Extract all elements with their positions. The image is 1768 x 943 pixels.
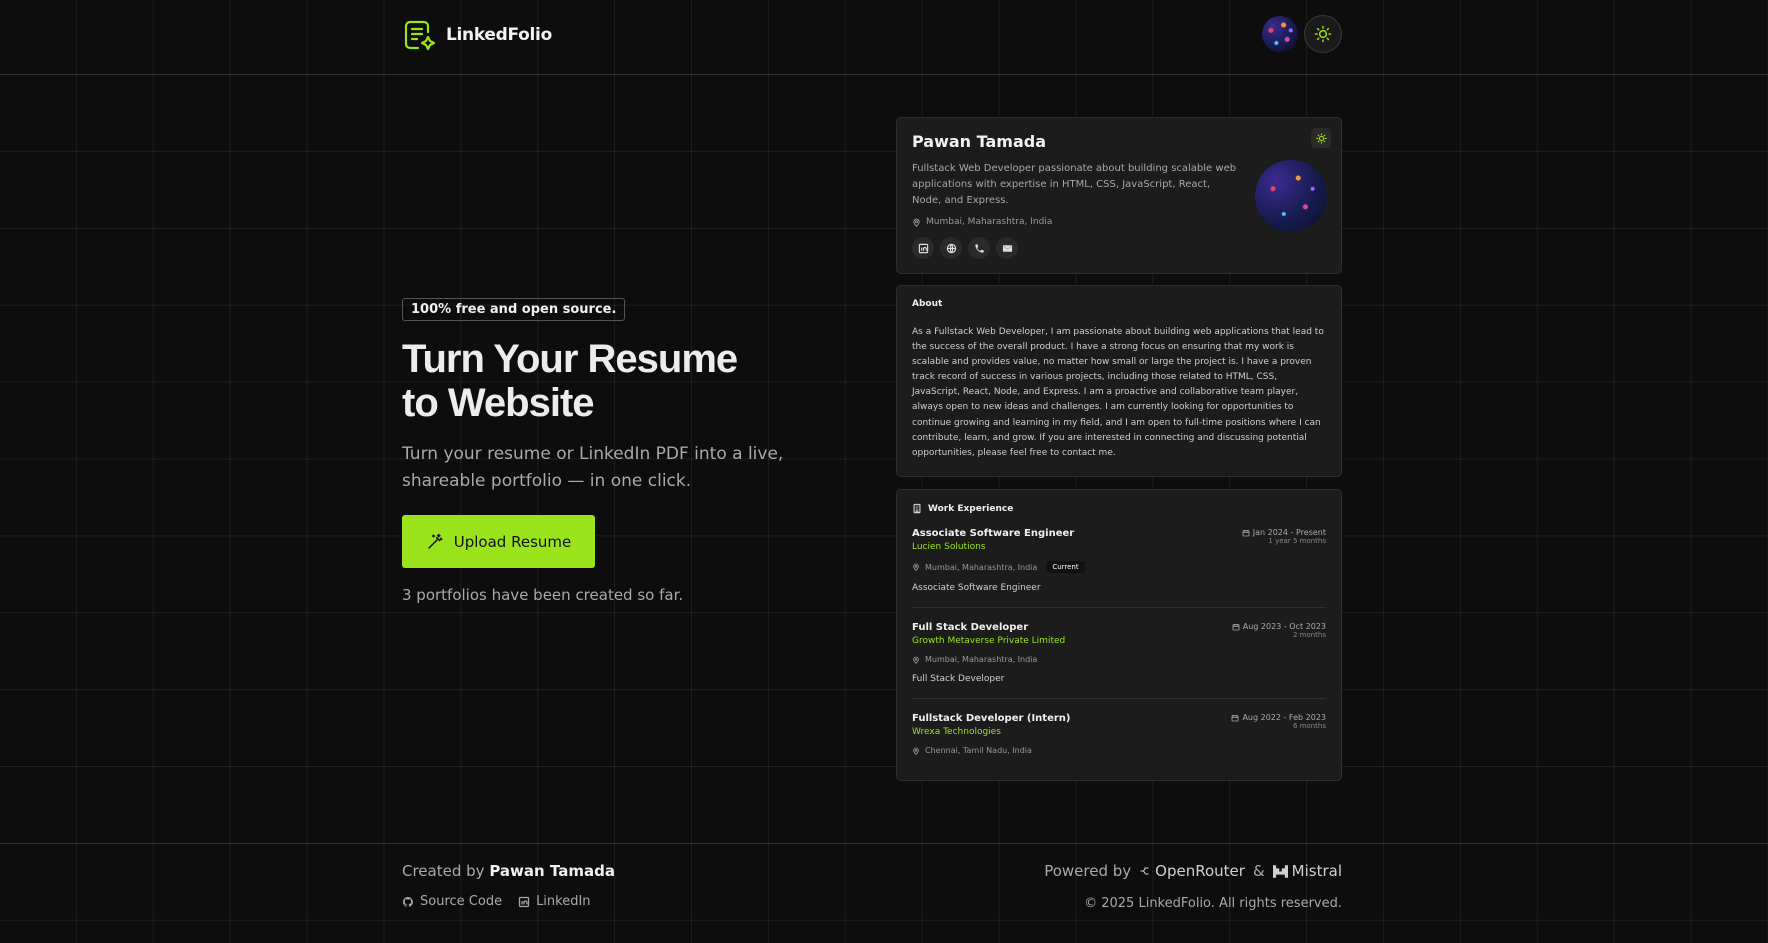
portfolio-count: 3 portfolios have been created so far. [402, 586, 684, 604]
footer-left: Created by Pawan Tamada Source Code Link… [402, 862, 615, 909]
user-avatar[interactable] [1262, 16, 1298, 52]
mistral-icon [1272, 864, 1288, 878]
job-date-range: Aug 2023 - Oct 2023 [1242, 622, 1326, 631]
copyright: © 2025 LinkedFolio. All rights reserved. [1084, 896, 1342, 911]
upload-resume-label: Upload Resume [453, 532, 572, 551]
job-location-text: Mumbai, Maharashtra, India [925, 562, 1038, 572]
profile-avatar [1255, 160, 1327, 232]
job-location-text: Chennai, Tamil Nadu, India [925, 746, 1032, 755]
job-dates: Jan 2024 - Present 1 year 5 months [1242, 528, 1326, 546]
openrouter-icon [1140, 867, 1149, 875]
card-theme-toggle[interactable] [1311, 128, 1331, 148]
job-duration: 6 months [1292, 722, 1326, 730]
source-code-link[interactable]: Source Code [402, 894, 502, 909]
job-item: Fullstack Developer (Intern) Wrexa Techn… [912, 699, 1326, 769]
sun-icon [1314, 25, 1332, 43]
job-date-range: Aug 2022 - Feb 2023 [1242, 713, 1326, 722]
job-duration: 1 year 5 months [1268, 537, 1326, 545]
map-pin-icon [913, 747, 919, 755]
linkedin-icon [518, 896, 530, 907]
openrouter-link[interactable]: OpenRouter [1139, 862, 1245, 880]
ampersand: & [1252, 862, 1265, 880]
source-code-label: Source Code [420, 894, 503, 909]
mistral-label: Mistral [1291, 862, 1342, 880]
powered-by: Powered by OpenRouter & Mistral [1044, 862, 1342, 880]
profile-contact-links [912, 237, 1326, 259]
openrouter-label: OpenRouter [1155, 862, 1245, 880]
building-icon [913, 503, 921, 514]
website-link[interactable] [940, 237, 962, 259]
email-link[interactable] [996, 237, 1018, 259]
upload-resume-button[interactable]: Upload Resume [402, 515, 595, 568]
about-card: About As a Fullstack Web Developer, I am… [896, 285, 1342, 477]
linkedin-icon [918, 243, 928, 253]
work-experience-heading: Work Experience [912, 503, 1326, 514]
profile-name: Pawan Tamada [912, 132, 1046, 151]
sun-icon [1315, 132, 1327, 144]
hero-title-line2: to Website [402, 381, 595, 425]
job-location: Mumbai, Maharashtra, India Current [912, 561, 1326, 573]
hero-subtitle: Turn your resume or LinkedIn PDF into a … [402, 444, 784, 491]
open-source-badge: 100% free and open source. [402, 298, 626, 321]
linkedin-footer-link[interactable]: LinkedIn [518, 894, 591, 909]
job-location: Mumbai, Maharashtra, India [912, 655, 1326, 664]
mail-icon [1002, 244, 1012, 252]
work-experience-card: Work Experience Associate Software Engin… [896, 489, 1342, 781]
phone-icon [974, 243, 984, 253]
map-pin-icon [913, 563, 919, 571]
created-by: Created by Pawan Tamada [402, 862, 615, 880]
profile-description: Fullstack Web Developer passionate about… [912, 163, 1237, 206]
brand-name: LinkedFolio [446, 25, 552, 45]
footer-right: Powered by OpenRouter & Mistral © 2025 L… [1044, 862, 1342, 911]
mistral-link[interactable]: Mistral [1272, 862, 1342, 880]
job-duration: 2 months [1292, 631, 1326, 639]
brand-logo-link[interactable]: LinkedFolio [402, 18, 552, 52]
hero-title-line1: Turn Your Resume [402, 337, 738, 381]
map-pin-icon [913, 218, 920, 227]
document-sparkle-icon [404, 20, 436, 51]
profile-location-text: Mumbai, Maharashtra, India [926, 217, 1053, 227]
job-date-range: Jan 2024 - Present [1252, 528, 1326, 537]
job-location: Chennai, Tamil Nadu, India [912, 746, 1326, 755]
calendar-icon [1232, 623, 1240, 630]
profile-card: Pawan Tamada Fullstack Web Developer pas… [896, 117, 1342, 274]
github-icon [402, 896, 413, 907]
job-item: Full Stack Developer Growth Metaverse Pr… [912, 608, 1326, 699]
powered-by-label: Powered by [1044, 862, 1132, 880]
map-pin-icon [913, 656, 919, 664]
magic-wand-icon [428, 533, 443, 549]
calendar-icon [1232, 714, 1239, 721]
job-dates: Aug 2023 - Oct 2023 2 months [1232, 622, 1326, 640]
linkedin-label: LinkedIn [536, 894, 591, 909]
globe-icon [946, 243, 956, 253]
created-prefix: Created by [402, 862, 485, 880]
job-item: Associate Software Engineer Lucien Solut… [912, 514, 1326, 608]
calendar-icon [1242, 529, 1250, 536]
job-description: Full Stack Developer [912, 674, 1005, 684]
footer-divider [0, 843, 1768, 844]
linkedin-link[interactable] [912, 237, 934, 259]
about-text: As a Fullstack Web Developer, I am passi… [912, 327, 1324, 458]
creator-name-link[interactable]: Pawan Tamada [489, 862, 615, 880]
footer-links: Source Code LinkedIn [402, 894, 615, 909]
hero-section: 100% free and open source. Turn Your Res… [402, 298, 802, 604]
header-divider [0, 74, 1768, 75]
phone-link[interactable] [968, 237, 990, 259]
theme-toggle-button[interactable] [1304, 15, 1342, 53]
about-title: About [912, 299, 943, 309]
work-experience-title: Work Experience [928, 503, 1014, 514]
job-description: Associate Software Engineer [912, 583, 1041, 593]
job-location-text: Mumbai, Maharashtra, India [925, 655, 1038, 664]
hero-title: Turn Your Resume to Website [402, 337, 802, 425]
job-dates: Aug 2022 - Feb 2023 6 months [1231, 713, 1326, 731]
header-actions [1262, 15, 1342, 53]
current-badge: Current [1046, 561, 1085, 573]
